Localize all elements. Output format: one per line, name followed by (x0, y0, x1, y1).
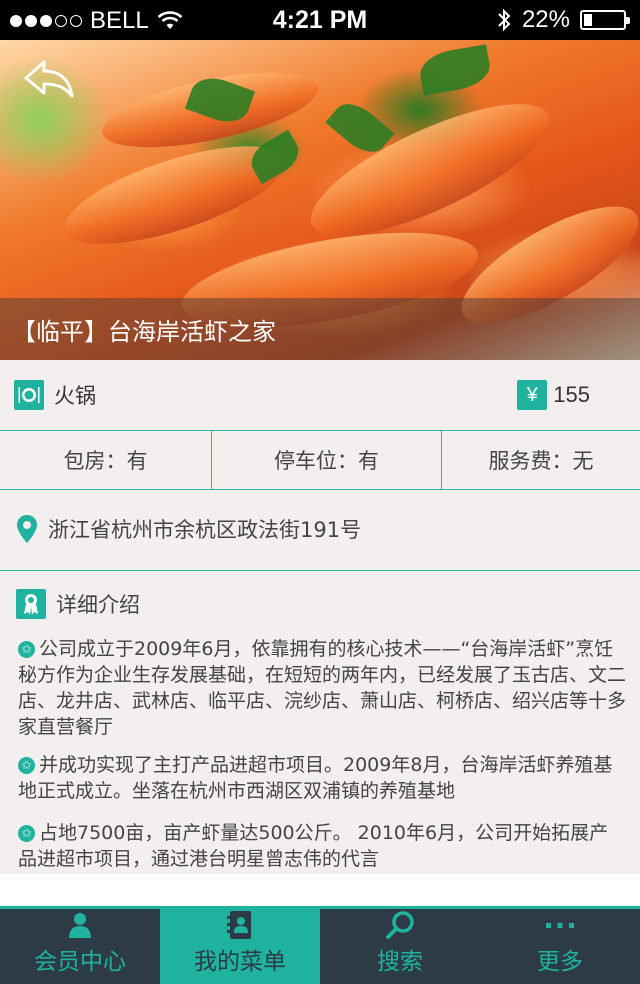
restaurant-title: 【临平】台海岸活虾之家 (12, 318, 276, 346)
back-arrow-icon (24, 60, 74, 98)
menu-book-icon (227, 911, 251, 939)
star-bullet-icon: ✩ (18, 640, 35, 658)
user-icon (69, 913, 91, 938)
badge-icon (16, 589, 46, 619)
facilities-row: 包房：有 停车位：有 服务费：无 (0, 431, 640, 490)
content-bottom-spacer (0, 874, 640, 906)
service-fee-info: 服务费：无 (488, 449, 594, 473)
back-button[interactable] (20, 58, 80, 102)
detail-paragraph: ✩ 占地7500亩，亩产虾量达500公斤。 2010年6月，公司开始拓展产品进超市… (18, 822, 609, 870)
address-text: 浙江省杭州市余杭区政法街191号 (48, 518, 362, 542)
more-icon (546, 923, 574, 928)
battery-icon (580, 10, 630, 30)
currency-icon: ¥ (517, 380, 548, 410)
star-bullet-icon: ✩ (18, 824, 35, 842)
title-overlay: 【临平】台海岸活虾之家 (0, 298, 640, 360)
location-pin-icon (17, 515, 37, 543)
tab-label: 搜索 (377, 949, 423, 975)
average-price: 155 (553, 382, 590, 407)
bluetooth-icon (498, 8, 511, 32)
parking-info: 停车位：有 (212, 431, 442, 489)
tab-more[interactable]: 更多 (480, 909, 640, 984)
detail-section: 详细介绍 ✩ 公司成立于2009年6月，依靠拥有的核心技术——“台海岸活虾”烹饪秘… (0, 572, 640, 874)
tab-my-menu[interactable]: 我的菜单 (160, 909, 320, 984)
address-row[interactable]: 浙江省杭州市余杭区政法街191号 (0, 490, 640, 571)
tab-label: 更多 (537, 949, 583, 975)
status-bar: BELL 4:21 PM 22% (0, 0, 640, 40)
dining-icon (14, 380, 44, 410)
bottom-tab-bar: 会员中心 我的菜单 搜索 更多 (0, 906, 640, 984)
star-bullet-icon: ✩ (18, 756, 35, 774)
tab-search[interactable]: 搜索 (320, 909, 480, 984)
restaurant-hero-image: 【临平】台海岸活虾之家 (0, 40, 640, 360)
tab-member-center[interactable]: 会员中心 (0, 909, 160, 984)
category-label: 火锅 (54, 384, 96, 408)
detail-paragraph: ✩ 公司成立于2009年6月，依靠拥有的核心技术——“台海岸活虾”烹饪秘方作为企业… (18, 638, 627, 738)
private-room-info: 包房：有 (0, 431, 212, 489)
detail-heading: 详细介绍 (56, 593, 140, 617)
battery-percent: 22% (521, 6, 570, 33)
detail-paragraph: ✩ 并成功实现了主打产品进超市项目。2009年8月，台海岸活虾养殖基地正式成立。坐… (18, 754, 613, 802)
category-price-row: 火锅 ¥ 155 (0, 360, 640, 431)
tab-label: 会员中心 (34, 949, 126, 975)
tab-label: 我的菜单 (194, 949, 286, 975)
search-icon (386, 911, 414, 939)
